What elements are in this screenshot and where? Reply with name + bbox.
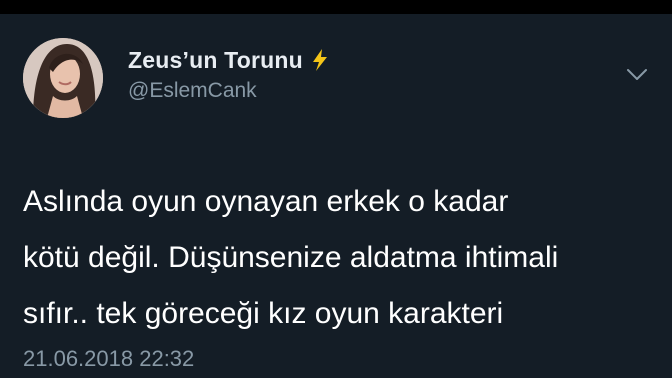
tweet-card: Zeus’un Torunu @EslemCank Aslında oyun o… — [0, 14, 672, 378]
tweet-text-line: Aslında oyun oynayan erkek o kadar — [23, 185, 509, 218]
tweet-text-line: kötü değil. Düşünsenize aldatma ihtimali — [23, 241, 559, 274]
avatar-photo — [23, 38, 103, 118]
tweet-text: Aslında oyun oynayan erkek o kadar kötü … — [23, 174, 653, 342]
tweet-text-line: sıfır.. tek göreceği kız oyun karakteri — [23, 297, 504, 330]
tweet-timestamp[interactable]: 21.06.2018 22:32 — [23, 346, 194, 372]
avatar[interactable] — [23, 38, 103, 118]
user-handle[interactable]: @EslemCank — [128, 79, 329, 103]
chevron-down-icon[interactable] — [626, 68, 648, 82]
lightning-bolt-icon — [311, 48, 329, 72]
tweet-author: Zeus’un Torunu @EslemCank — [128, 46, 329, 103]
screenshot-frame: Zeus’un Torunu @EslemCank Aslında oyun o… — [0, 0, 672, 378]
display-name-row: Zeus’un Torunu — [128, 46, 329, 74]
display-name[interactable]: Zeus’un Torunu — [128, 47, 303, 74]
